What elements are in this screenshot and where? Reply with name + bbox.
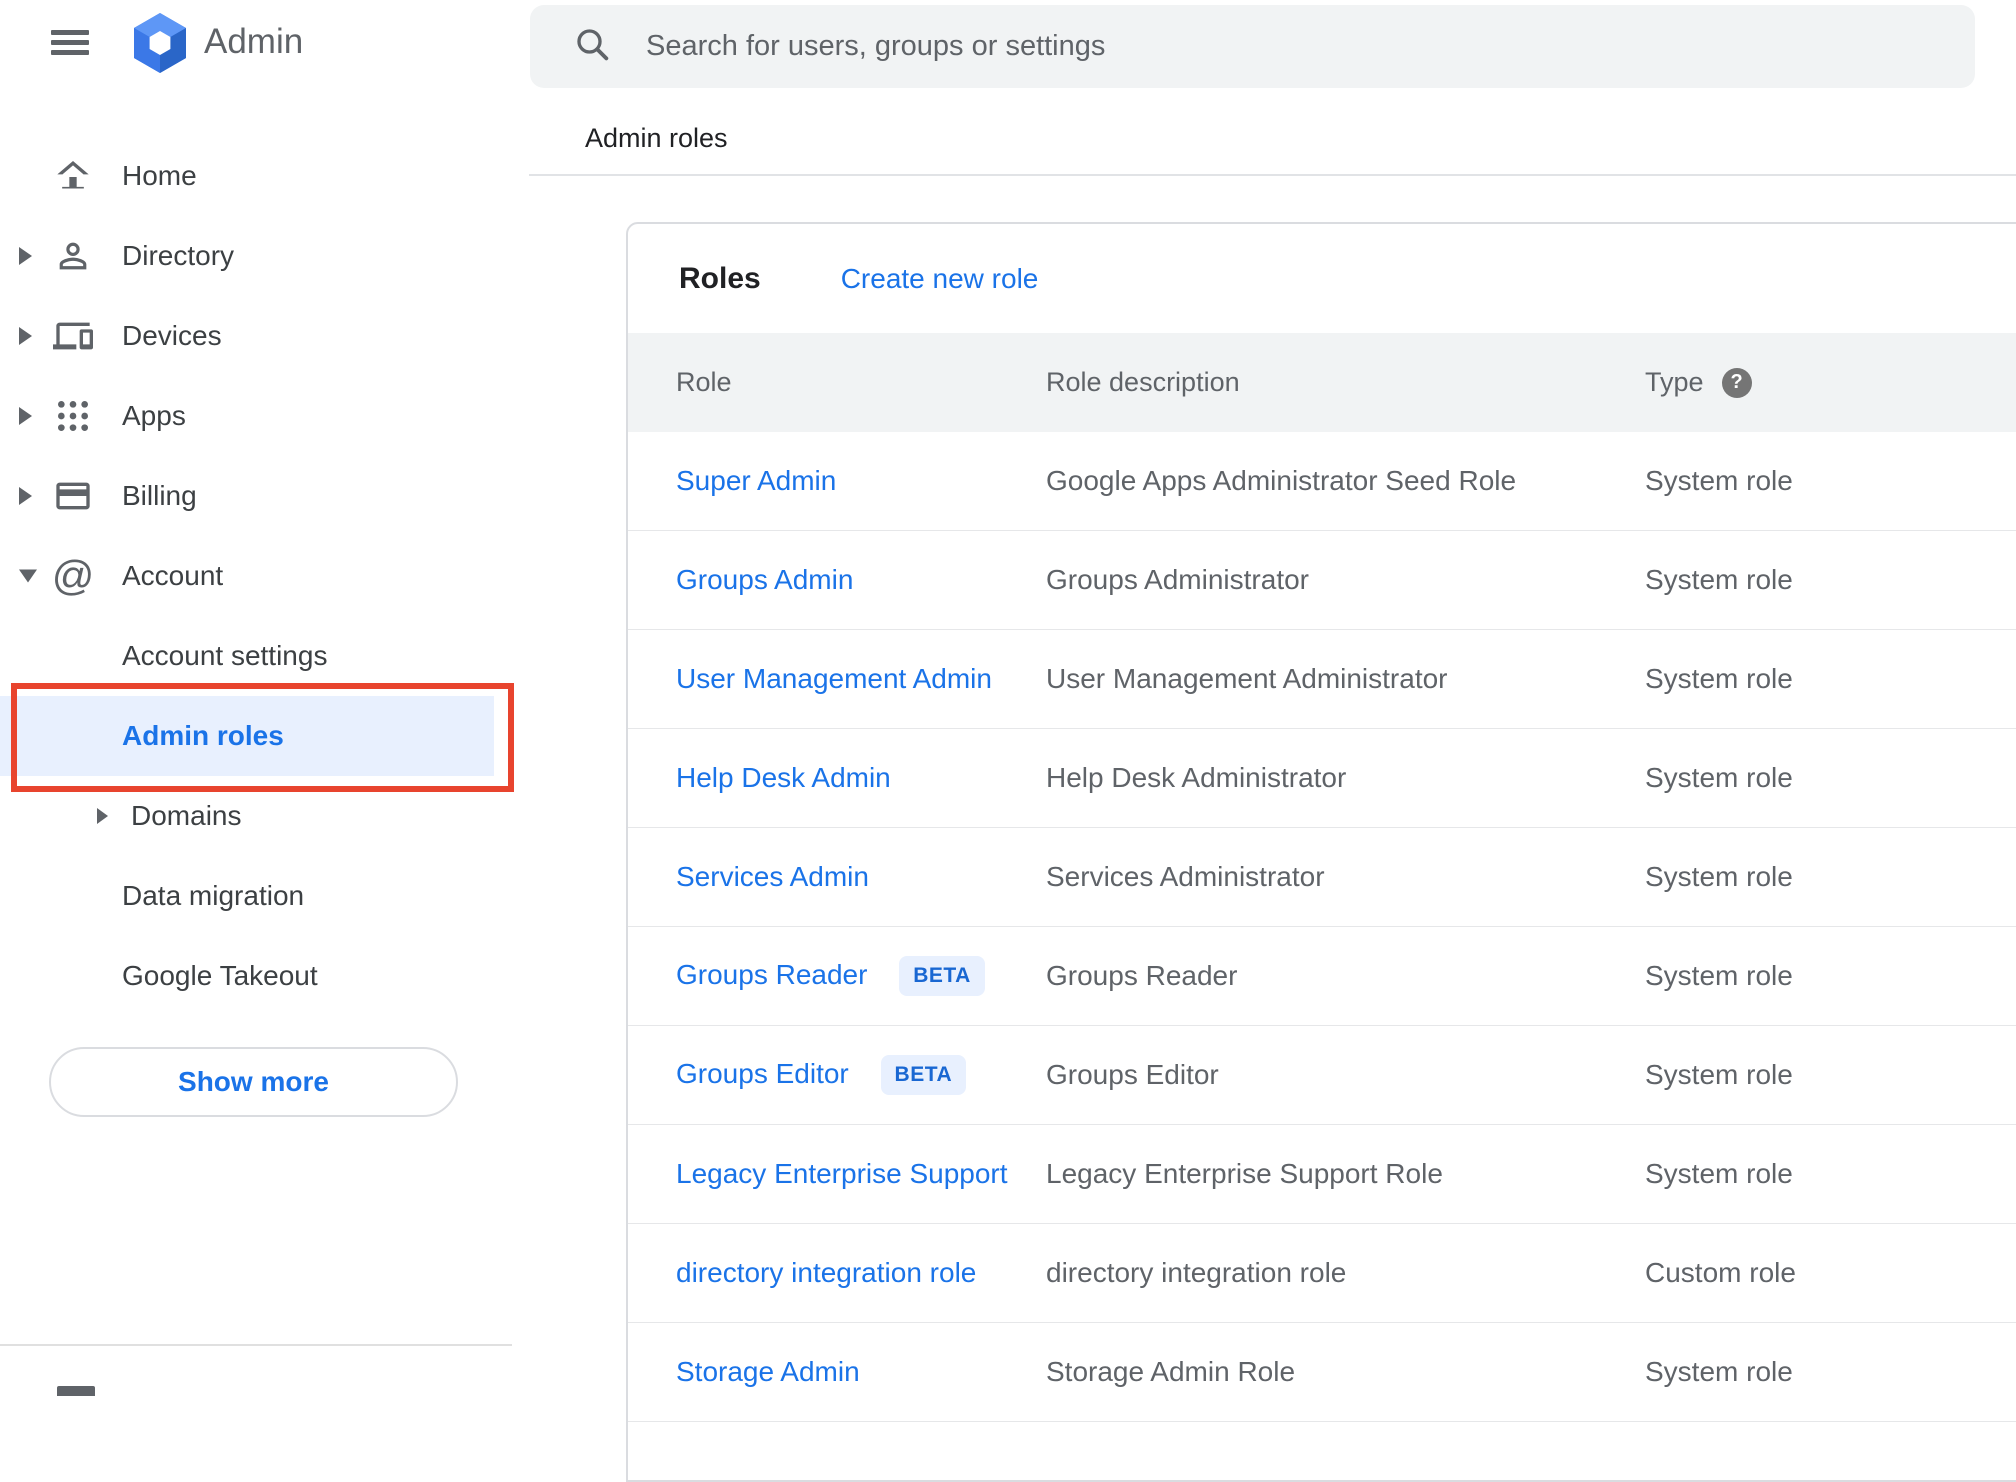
role-type: System role: [1645, 663, 1793, 694]
sidebar-item-google-takeout[interactable]: Google Takeout: [0, 936, 530, 1016]
role-type: System role: [1645, 564, 1793, 595]
role-link[interactable]: Groups Editor: [676, 1058, 849, 1089]
credit-card-icon: [53, 476, 93, 516]
role-description: directory integration role: [1046, 1257, 1347, 1288]
role-description: User Management Administrator: [1046, 663, 1448, 694]
roles-card-header: Roles Create new role: [628, 224, 2016, 333]
search-icon: [572, 24, 612, 69]
expand-caret-icon[interactable]: [19, 327, 32, 345]
at-sign-icon: @: [51, 552, 95, 599]
role-type: System role: [1645, 1158, 1793, 1189]
role-type: System role: [1645, 762, 1793, 793]
sidebar-item-account-settings[interactable]: Account settings: [0, 616, 530, 696]
sidebar-item-label: Admin roles: [122, 720, 284, 751]
role-link[interactable]: Super Admin: [676, 465, 836, 496]
app-title: Admin: [204, 22, 304, 61]
role-link[interactable]: Legacy Enterprise Support: [676, 1158, 1008, 1189]
collapse-caret-icon[interactable]: [19, 569, 37, 583]
role-description: Storage Admin Role: [1046, 1356, 1296, 1387]
expand-caret-icon[interactable]: [97, 808, 108, 824]
column-header-role-description: Role description: [1046, 367, 1240, 397]
sidebar-item-label: Account settings: [122, 640, 328, 671]
role-link[interactable]: User Management Admin: [676, 663, 992, 694]
role-type: Custom role: [1645, 1257, 1796, 1288]
search-input[interactable]: [644, 29, 1975, 64]
sidebar-item-billing[interactable]: Billing: [0, 456, 530, 536]
role-description: Groups Administrator: [1046, 564, 1309, 595]
role-type: System role: [1645, 861, 1793, 892]
role-description: Groups Editor: [1046, 1059, 1219, 1090]
role-link[interactable]: directory integration role: [676, 1257, 976, 1288]
admin-logo-icon: [128, 11, 192, 75]
sidebar-item-label: Billing: [122, 480, 197, 511]
table-row: directory integration role directory int…: [628, 1224, 2016, 1323]
role-link[interactable]: Groups Reader: [676, 959, 867, 990]
table-row: Storage Admin Storage Admin Role System …: [628, 1323, 2016, 1422]
table-header-row: Role Role description Type ?: [628, 333, 2016, 432]
sidebar-item-apps[interactable]: Apps: [0, 376, 530, 456]
roles-card: Roles Create new role Role Role descript…: [626, 222, 2016, 1482]
table-row: Help Desk Admin Help Desk Administrator …: [628, 729, 2016, 828]
sidebar-item-devices[interactable]: Devices: [0, 296, 530, 376]
table-row: User Management Admin User Management Ad…: [628, 630, 2016, 729]
table-row: Groups Admin Groups Administrator System…: [628, 531, 2016, 630]
role-link[interactable]: Help Desk Admin: [676, 762, 891, 793]
sidebar-divider: [0, 1344, 512, 1346]
devices-icon: [53, 316, 93, 356]
role-link[interactable]: Storage Admin: [676, 1356, 860, 1387]
expand-caret-icon[interactable]: [19, 407, 32, 425]
role-description: Services Administrator: [1046, 861, 1325, 892]
sidebar-item-label: Account: [122, 560, 224, 591]
sidebar-item-label: Devices: [122, 320, 222, 351]
apps-grid-icon: [53, 396, 93, 436]
sidebar-item-label: Domains: [131, 800, 242, 831]
role-link[interactable]: Groups Admin: [676, 564, 853, 595]
column-header-role: Role: [676, 367, 732, 397]
role-type: System role: [1645, 1356, 1793, 1387]
sidebar-item-data-migration[interactable]: Data migration: [0, 856, 530, 936]
role-description: Groups Reader: [1046, 960, 1238, 991]
sidebar-item-domains[interactable]: Domains: [0, 776, 530, 856]
create-new-role-link[interactable]: Create new role: [841, 263, 1039, 295]
clipped-bottom-icon: [57, 1386, 95, 1396]
expand-caret-icon[interactable]: [19, 487, 32, 505]
role-description: Help Desk Administrator: [1046, 762, 1347, 793]
show-more-button[interactable]: Show more: [49, 1047, 458, 1117]
table-row: Groups Reader BETA Groups Reader System …: [628, 927, 2016, 1026]
help-icon[interactable]: ?: [1721, 367, 1752, 398]
sidebar-item-label: Apps: [122, 400, 186, 431]
sidebar-item-directory[interactable]: Directory: [0, 216, 530, 296]
sidebar-item-label: Directory: [122, 240, 235, 271]
role-link[interactable]: Services Admin: [676, 861, 869, 892]
table-row: Groups Editor BETA Groups Editor System …: [628, 1026, 2016, 1125]
table-row: Services Admin Services Administrator Sy…: [628, 828, 2016, 927]
table-row: Legacy Enterprise Support Legacy Enterpr…: [628, 1125, 2016, 1224]
role-type: System role: [1645, 465, 1793, 496]
sidebar-item-label: Google Takeout: [122, 960, 318, 991]
sidebar-item-admin-roles[interactable]: Admin roles: [0, 696, 494, 776]
expand-caret-icon[interactable]: [19, 247, 32, 265]
role-description: Legacy Enterprise Support Role: [1046, 1158, 1443, 1189]
beta-badge: BETA: [880, 1055, 967, 1095]
hamburger-menu-icon[interactable]: [51, 30, 89, 55]
role-type: System role: [1645, 1059, 1793, 1090]
sidebar-nav: Home Directory Devices Apps Billing @ Ac…: [0, 136, 530, 1016]
column-header-type: Type ?: [1645, 367, 2016, 398]
search-bar[interactable]: [530, 5, 1975, 88]
page-title: Admin roles: [585, 123, 728, 153]
card-title: Roles: [679, 261, 761, 295]
sidebar-item-label: Home: [122, 160, 197, 191]
person-icon: [53, 236, 93, 276]
role-description: Google Apps Administrator Seed Role: [1046, 465, 1517, 496]
home-icon: [53, 156, 93, 196]
header-divider: [529, 174, 2016, 176]
table-row: Super Admin Google Apps Administrator Se…: [628, 432, 2016, 531]
role-type: System role: [1645, 960, 1793, 991]
beta-badge: BETA: [899, 956, 985, 996]
sidebar-item-account[interactable]: @ Account: [0, 536, 530, 616]
sidebar-item-label: Data migration: [122, 880, 305, 911]
sidebar-item-home[interactable]: Home: [0, 136, 530, 216]
